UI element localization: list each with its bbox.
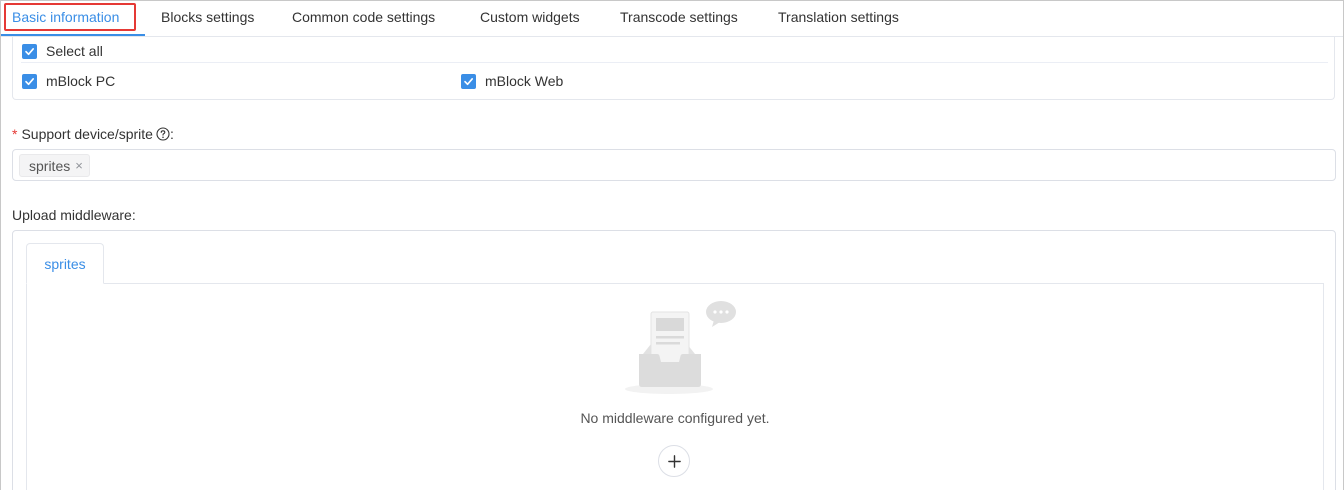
- device-tag: sprites ×: [19, 154, 90, 177]
- upload-middleware-card: sprites No middleware configured yet.: [12, 230, 1336, 490]
- mblock-web-checkbox[interactable]: mBlock Web: [461, 71, 563, 91]
- platform-checkbox-panel: Select all mBlock PC mBlock Web: [12, 36, 1335, 100]
- tab-translation-settings[interactable]: Translation settings: [778, 1, 899, 37]
- settings-panel: Basic information Blocks settings Common…: [0, 0, 1344, 490]
- middleware-tab-content: No middleware configured yet.: [26, 283, 1324, 490]
- upload-middleware-label: Upload middleware:: [12, 207, 136, 223]
- divider: [21, 62, 1328, 63]
- label-colon: :: [169, 126, 174, 142]
- plus-icon: [667, 454, 681, 468]
- checkbox-checked-icon: [22, 73, 37, 89]
- support-device-label: * Support device/sprite:: [12, 126, 174, 142]
- select-all-checkbox[interactable]: Select all: [22, 41, 103, 61]
- empty-state-text: No middleware configured yet.: [580, 410, 770, 426]
- mblock-pc-label: mBlock PC: [46, 73, 116, 89]
- question-circle-icon[interactable]: [156, 127, 170, 141]
- tab-sprites[interactable]: sprites: [26, 243, 104, 284]
- select-all-label: Select all: [46, 43, 103, 59]
- tab-transcode-settings[interactable]: Transcode settings: [620, 1, 738, 37]
- tab-custom-widgets[interactable]: Custom widgets: [480, 1, 580, 37]
- tab-blocks-settings[interactable]: Blocks settings: [161, 1, 254, 37]
- settings-tab-bar: Basic information Blocks settings Common…: [1, 1, 1343, 37]
- required-mark: *: [12, 126, 18, 142]
- support-device-select[interactable]: sprites ×: [12, 149, 1336, 181]
- mblock-web-label: mBlock Web: [485, 73, 564, 89]
- mblock-pc-checkbox[interactable]: mBlock PC: [22, 71, 115, 91]
- checkbox-checked-icon: [461, 73, 476, 89]
- empty-inbox-icon: [625, 301, 736, 394]
- close-icon[interactable]: ×: [75, 159, 83, 172]
- tab-common-code-settings[interactable]: Common code settings: [292, 1, 435, 37]
- device-tag-label: sprites: [29, 157, 71, 174]
- checkbox-checked-icon: [22, 43, 37, 59]
- add-middleware-button[interactable]: [658, 445, 690, 477]
- tab-basic-information[interactable]: Basic information: [12, 1, 119, 37]
- support-device-label-text: Support device/sprite: [21, 126, 153, 142]
